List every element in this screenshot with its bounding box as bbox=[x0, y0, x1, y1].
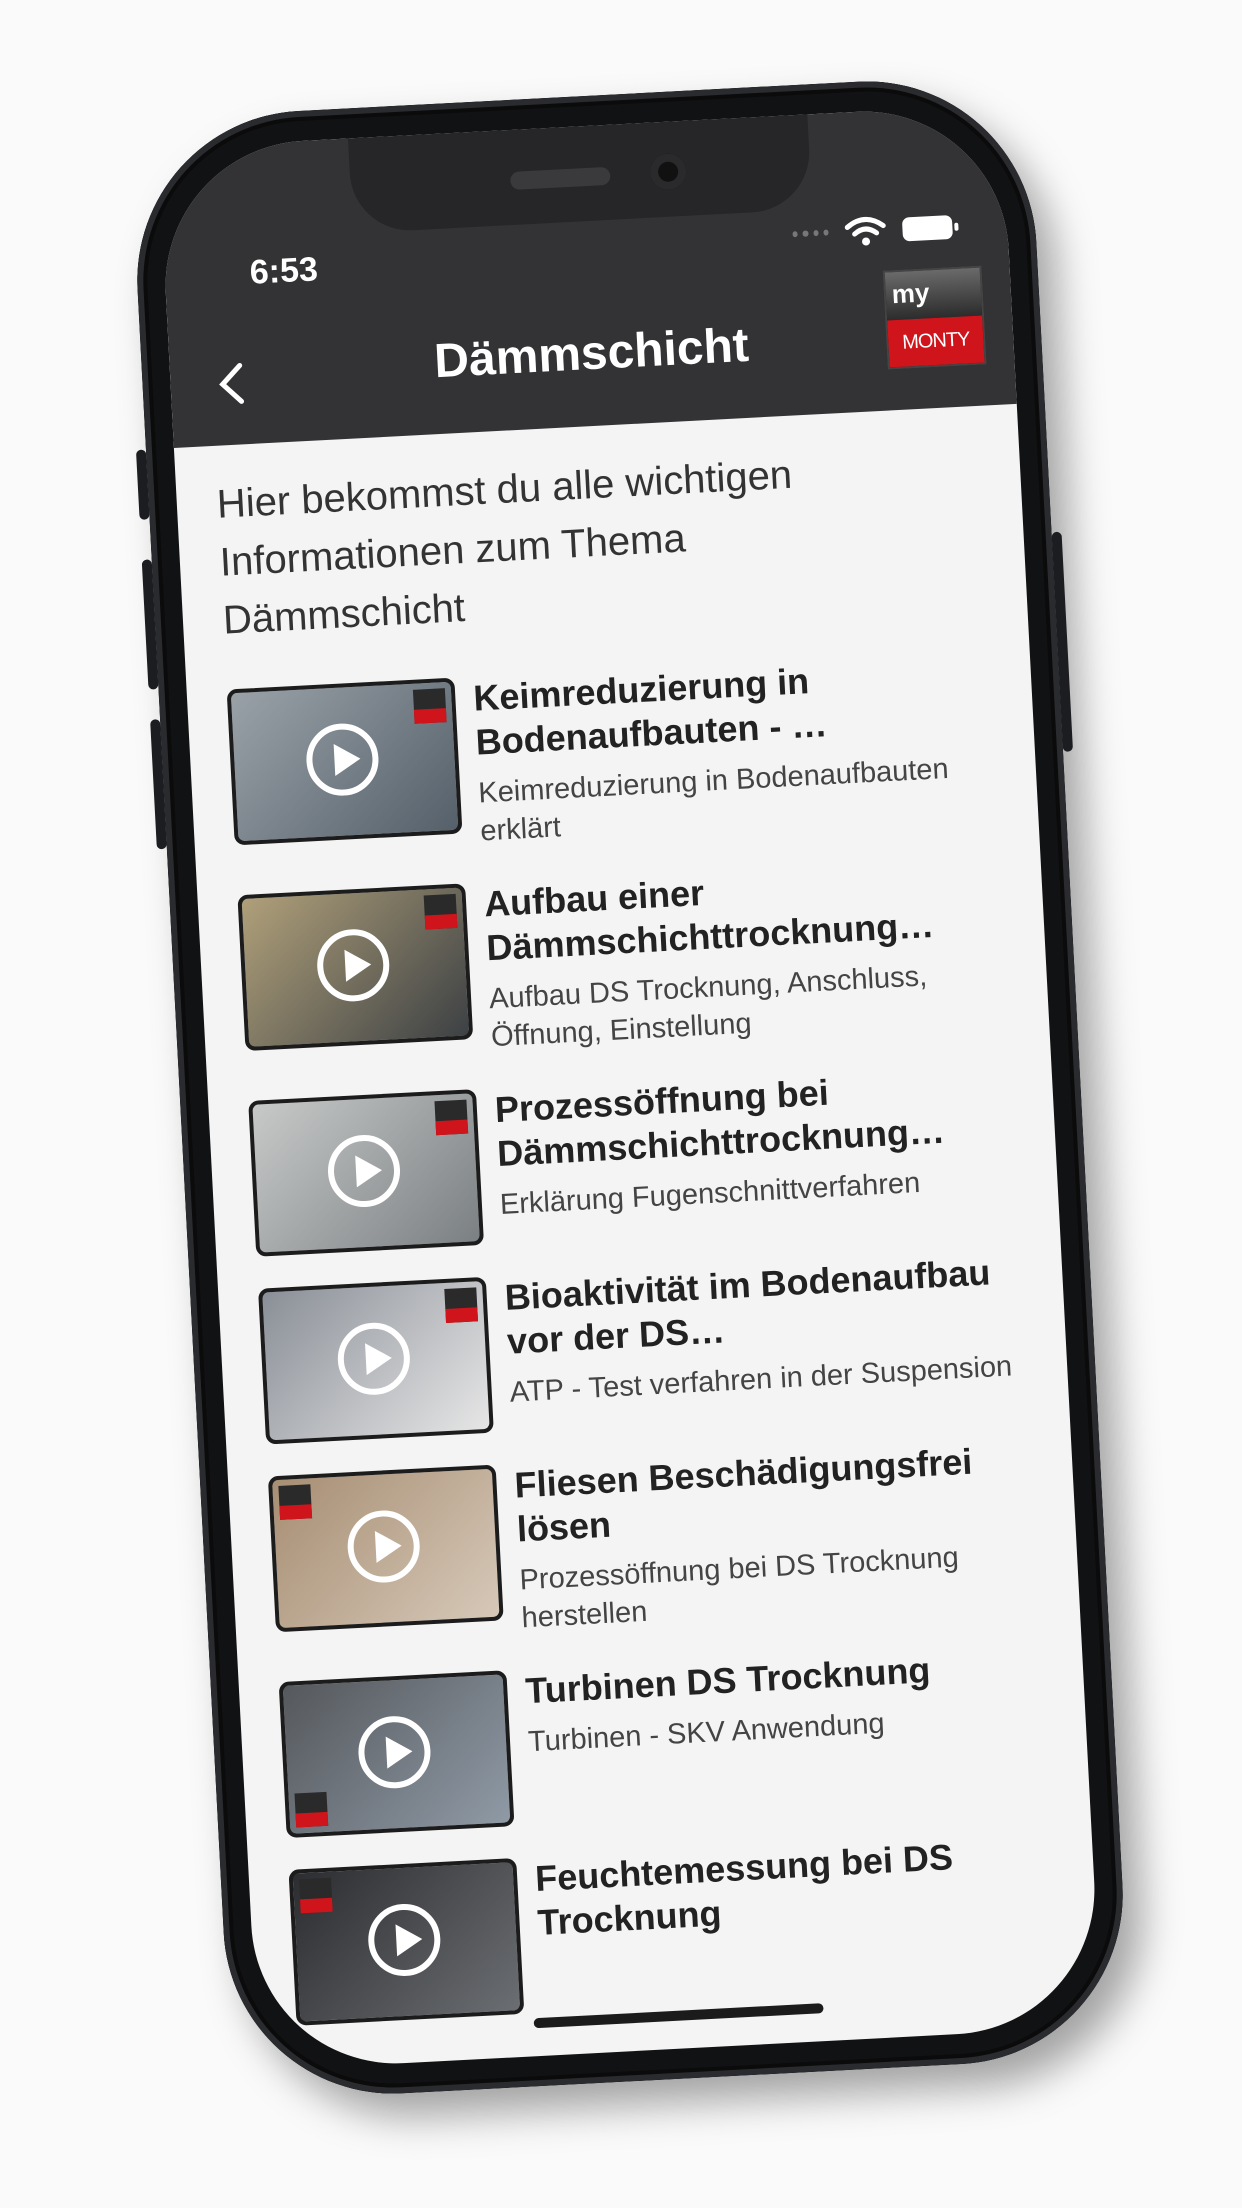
video-thumbnail[interactable] bbox=[278, 1670, 515, 1838]
video-thumbnail[interactable] bbox=[267, 1464, 504, 1633]
video-thumbnail[interactable] bbox=[248, 1089, 485, 1257]
play-icon[interactable] bbox=[356, 1714, 433, 1791]
play-icon[interactable] bbox=[304, 721, 381, 798]
mymonty-logo: my MONTY bbox=[882, 265, 987, 370]
intro-text: Hier bekommst du alle wichtigen Informat… bbox=[215, 452, 794, 643]
volume-down-button bbox=[150, 719, 167, 850]
video-title: Keimreduzierung in Bodenaufbauten - … bbox=[472, 660, 829, 763]
video-thumbnail[interactable] bbox=[237, 883, 474, 1052]
screen: 6:53 Dämmschicht my MONTY Hier bekommst bbox=[158, 104, 1102, 2071]
volume-up-button bbox=[141, 559, 159, 690]
video-thumbnail[interactable] bbox=[288, 1858, 525, 2026]
status-icons bbox=[792, 212, 954, 250]
play-icon[interactable] bbox=[366, 1902, 443, 1978]
video-title: Feuchtemessung bei DS Trocknung bbox=[534, 1836, 954, 1943]
video-list-item[interactable]: Prozessöffnung bei Dämmschichttrocknung…… bbox=[248, 1061, 1019, 1257]
play-icon[interactable] bbox=[326, 1133, 402, 1209]
video-list: Keimreduzierung in Bodenaufbauten - … Ke… bbox=[226, 650, 1060, 2026]
play-icon[interactable] bbox=[345, 1508, 422, 1585]
video-subtitle: Keimreduzierung in Bodenaufbauten erklär… bbox=[477, 752, 950, 848]
video-list-item[interactable]: Aufbau einer Dämmschichttrocknung… Aufba… bbox=[237, 855, 1009, 1069]
video-list-item[interactable]: Feuchtemessung bei DS Trocknung bbox=[288, 1830, 1059, 2026]
video-title: Aufbau einer Dämmschichttrocknung… bbox=[483, 871, 936, 969]
play-icon[interactable] bbox=[336, 1320, 412, 1397]
mute-switch bbox=[135, 449, 150, 520]
notch bbox=[347, 114, 813, 234]
video-thumbnail[interactable] bbox=[258, 1276, 494, 1445]
video-list-item[interactable]: Keimreduzierung in Bodenaufbauten - … Ke… bbox=[226, 650, 999, 864]
signal-icon bbox=[792, 229, 829, 239]
power-button bbox=[1051, 531, 1074, 752]
mymonty-logo-small bbox=[278, 1484, 313, 1520]
content: Hier bekommst du alle wichtigen Informat… bbox=[174, 404, 1102, 2071]
battery-icon bbox=[901, 214, 954, 242]
video-thumbnail[interactable] bbox=[226, 677, 463, 846]
mymonty-logo-small bbox=[444, 1287, 479, 1323]
mymonty-logo-small bbox=[298, 1877, 333, 1914]
video-title: Prozessöffnung bei Dämmschichttrocknung… bbox=[493, 1071, 946, 1175]
video-list-item[interactable]: Turbinen DS Trocknung Turbinen - SKV Anw… bbox=[278, 1642, 1050, 1838]
video-subtitle: Aufbau DS Trocknung, Anschluss, Öffnung,… bbox=[488, 960, 928, 1054]
status-time: 6:53 bbox=[248, 250, 319, 292]
video-list-item[interactable]: Fliesen Beschädigungsfrei lösen Prozessö… bbox=[267, 1437, 1040, 1651]
wifi-icon bbox=[844, 217, 886, 246]
phone-frame: 6:53 Dämmschicht my MONTY Hier bekommst bbox=[128, 72, 1132, 2103]
mymonty-logo-small bbox=[294, 1791, 329, 1828]
mymonty-logo-small bbox=[434, 1099, 469, 1136]
video-title: Fliesen Beschädigungsfrei lösen bbox=[513, 1440, 974, 1550]
front-camera bbox=[649, 152, 688, 191]
video-title: Bioaktivität im Bodenaufbau vor der DS… bbox=[503, 1251, 992, 1362]
mymonty-logo-small bbox=[423, 893, 458, 930]
navigation-bar: 6:53 Dämmschicht my MONTY bbox=[158, 104, 1017, 448]
speaker bbox=[509, 166, 611, 191]
video-subtitle: Prozessöffnung bei DS Trocknung herstell… bbox=[518, 1541, 960, 1635]
play-icon[interactable] bbox=[315, 927, 392, 1004]
mymonty-logo-small bbox=[412, 688, 447, 724]
video-list-item[interactable]: Bioaktivität im Bodenaufbau vor der DS… … bbox=[258, 1249, 1029, 1445]
